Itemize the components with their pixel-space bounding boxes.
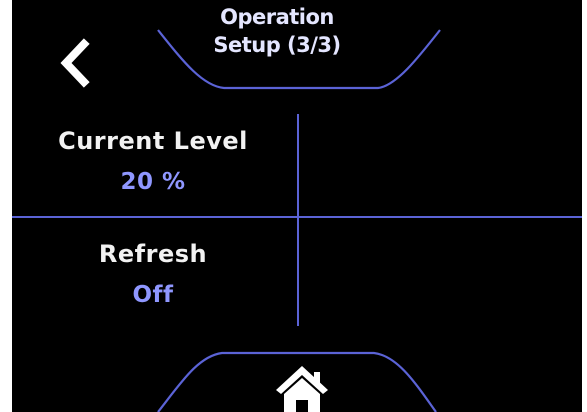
setting-cell-refresh[interactable]: Refresh Off (12, 220, 296, 326)
page-title-line2: Setup (3/3) (213, 33, 341, 57)
setting-label-current-level: Current Level (58, 127, 248, 155)
setting-value-current-level: 20 % (120, 169, 186, 195)
empty-cell-bottom-right (300, 220, 582, 326)
home-button[interactable] (262, 360, 342, 412)
device-screen: Operation Setup (3/3) Current Level 20 %… (12, 0, 582, 412)
setting-label-refresh: Refresh (98, 240, 208, 268)
home-icon (276, 366, 328, 412)
page-title: Operation Setup (3/3) (162, 3, 392, 59)
page-title-line1: Operation (220, 5, 334, 29)
back-button[interactable] (50, 36, 100, 90)
chevron-left-icon (60, 38, 90, 88)
empty-cell-top-right (300, 112, 582, 216)
setting-value-refresh: Off (132, 282, 174, 308)
setting-cell-current-level[interactable]: Current Level 20 % (12, 112, 296, 216)
